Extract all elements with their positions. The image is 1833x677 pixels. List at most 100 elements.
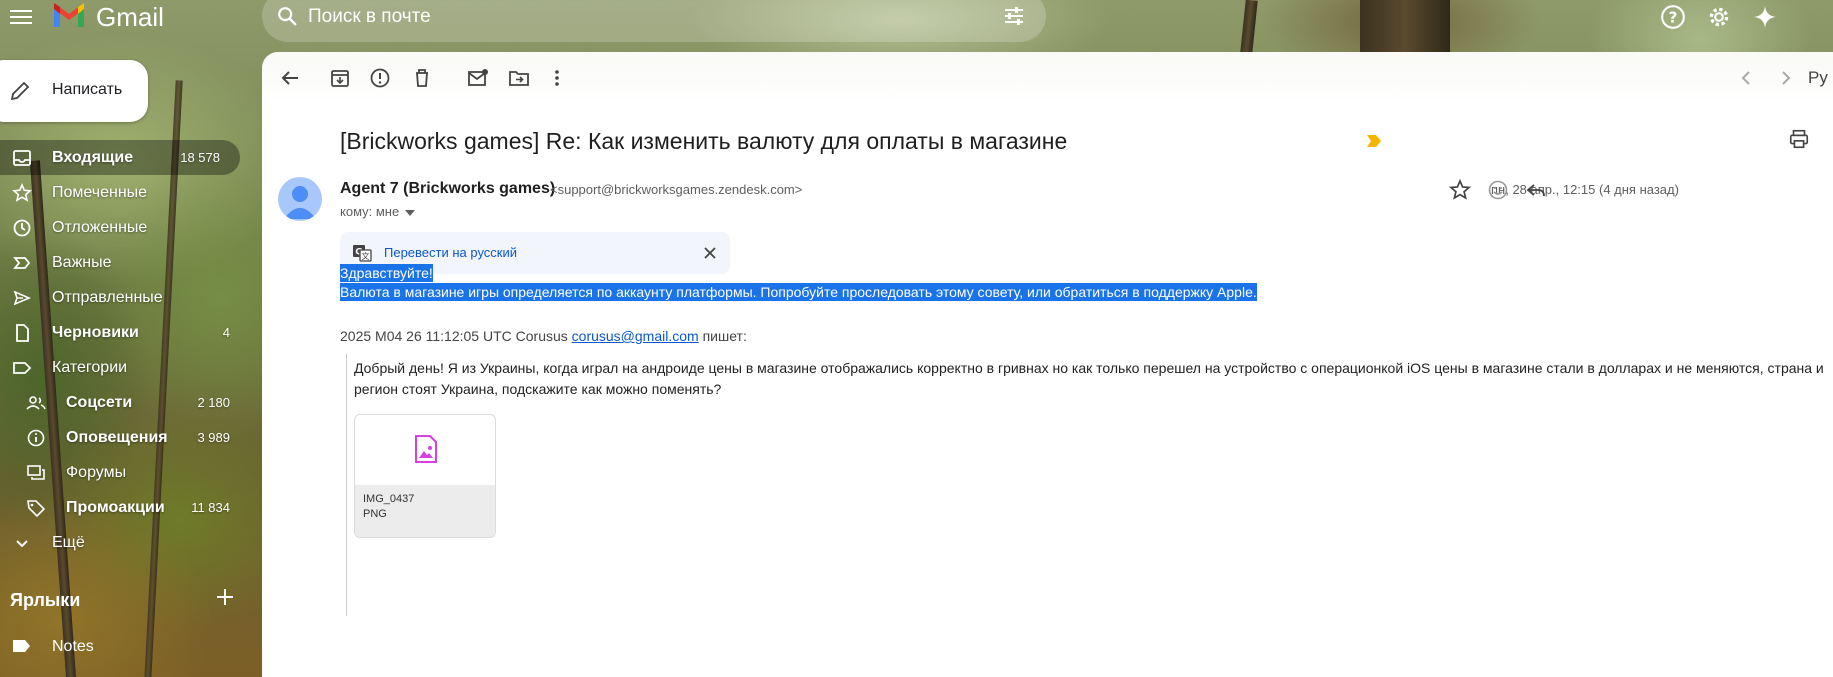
sidebar-item-promotions[interactable]: Промоакции 11 834 (0, 490, 250, 525)
emoji-reaction-icon[interactable] (1486, 178, 1510, 202)
svg-text:文: 文 (362, 251, 370, 261)
message-panel: Ру [Brickworks games] Re: Как изменить в… (262, 52, 1833, 677)
chevron-down-icon (16, 540, 28, 548)
sidebar-item-inbox[interactable]: Входящие 18 578 (0, 140, 240, 175)
report-spam-icon[interactable] (368, 66, 392, 90)
app-name: Gmail (96, 2, 164, 32)
send-icon (13, 290, 32, 306)
selected-text: Здравствуйте! (340, 264, 433, 282)
quote-attribution: 2025 M04 26 11:12:05 UTC Corusus corusus… (340, 328, 747, 344)
svg-text:?: ? (1669, 8, 1678, 26)
top-bar: Gmail ? (0, 0, 1833, 42)
sidebar-item-label: Промоакции (66, 499, 165, 516)
quoted-message: Добрый день! Я из Украины, когда играл н… (354, 360, 1824, 397)
print-icon[interactable] (1788, 128, 1810, 150)
selected-text: Валюта в магазине игры определяется по а… (340, 283, 1257, 301)
important-marker-icon[interactable] (1366, 134, 1382, 148)
sidebar-item-sent[interactable]: Отправленные (0, 280, 250, 315)
sidebar-item-social[interactable]: Соцсети 2 180 (0, 385, 250, 420)
compose-label: Написать (52, 81, 123, 98)
sidebar-item-notes[interactable]: Notes (0, 630, 240, 662)
message-toolbar: Ру (262, 52, 1833, 104)
input-language-indicator[interactable]: Ру (1808, 68, 1828, 88)
attachment-type: PNG (363, 508, 387, 520)
mark-unread-icon[interactable] (466, 66, 490, 90)
translate-link[interactable]: Перевести на русский (384, 245, 517, 260)
search-icon[interactable] (276, 5, 298, 27)
chevron-down-icon (405, 209, 416, 216)
archive-icon[interactable] (328, 66, 352, 90)
sender-avatar[interactable] (278, 177, 322, 221)
sidebar-item-label: Соцсети (66, 394, 133, 411)
quote-email-link[interactable]: corusus@gmail.com (572, 328, 699, 344)
sidebar-item-updates[interactable]: Оповещения 3 989 (0, 420, 250, 455)
gemini-sparkle-icon[interactable] (1752, 4, 1778, 30)
sender-name[interactable]: Agent 7 (Brickworks games) (340, 180, 555, 198)
image-file-icon (415, 435, 437, 463)
label-icon (13, 640, 30, 652)
info-icon (27, 429, 45, 447)
sidebar-item-forums[interactable]: Форумы (0, 455, 250, 490)
search-bar[interactable] (262, 0, 1046, 42)
more-vert-icon[interactable] (545, 66, 569, 90)
recipients-toggle[interactable]: кому: мне (340, 204, 416, 219)
search-options-icon[interactable] (1002, 4, 1026, 28)
email-date: пн, 28 апр., 12:15 (4 дня назад) (1491, 182, 1679, 197)
delete-icon[interactable] (410, 66, 434, 90)
labels-header: Ярлыки (10, 590, 81, 610)
sidebar-nav: Входящие 18 578 Помеченные Отложенные Ва… (0, 140, 250, 560)
clock-icon (13, 219, 31, 237)
sidebar-item-label: Ещё (52, 534, 85, 551)
unread-count: 3 989 (197, 430, 230, 445)
help-icon[interactable]: ? (1660, 4, 1686, 30)
inbox-icon (13, 150, 31, 166)
quote-intro-prefix: 2025 M04 26 11:12:05 UTC Corusus (340, 328, 572, 344)
move-to-icon[interactable] (507, 66, 531, 90)
unread-count: 2 180 (197, 395, 230, 410)
sidebar-item-more[interactable]: Ещё (0, 525, 250, 560)
sidebar-item-categories[interactable]: Категории (0, 350, 250, 385)
older-chevron-right-icon[interactable] (1774, 66, 1798, 90)
unread-count: 18 578 (180, 150, 220, 165)
email-subject: [Brickworks games] Re: Как изменить валю… (340, 128, 1068, 154)
draft-icon (16, 324, 29, 342)
close-icon[interactable] (702, 245, 718, 261)
sidebar-item-label: Категории (52, 359, 128, 376)
sidebar-item-label: Оповещения (66, 429, 168, 446)
add-label-icon[interactable] (214, 586, 236, 608)
recipients-label: кому: мне (340, 204, 400, 219)
sidebar-item-label: Важные (52, 254, 112, 271)
sidebar-item-label: Отправленные (52, 289, 163, 306)
compose-button[interactable]: Написать (0, 60, 148, 122)
pencil-icon (10, 81, 30, 101)
important-icon (13, 257, 31, 269)
email-body-greeting: Здравствуйте! (340, 264, 433, 282)
sidebar-item-important[interactable]: Важные (0, 245, 250, 280)
unread-count: 11 834 (191, 500, 230, 515)
sidebar-item-label: Отложенные (52, 219, 148, 236)
translate-icon: G文 (353, 245, 372, 262)
sender-email: <support@brickworksgames.zendesk.com> (550, 182, 803, 197)
main-menu-icon[interactable] (10, 6, 32, 28)
tag-icon (27, 500, 46, 518)
gmail-logo-icon[interactable] (52, 3, 86, 29)
back-arrow-icon[interactable] (278, 66, 302, 90)
sidebar-item-snoozed[interactable]: Отложенные (0, 210, 250, 245)
reply-icon[interactable] (1524, 178, 1548, 202)
sidebar-item-drafts[interactable]: Черновики 4 (0, 315, 250, 350)
sidebar-item-label: Входящие (52, 149, 134, 166)
newer-chevron-left-icon[interactable] (1734, 66, 1758, 90)
settings-gear-icon[interactable] (1706, 4, 1732, 30)
email-body-text: Валюта в магазине игры определяется по а… (340, 283, 1257, 301)
label-icon (13, 362, 32, 374)
attachment-card[interactable]: IMG_0437 PNG (354, 414, 496, 538)
forum-icon (27, 465, 45, 480)
sidebar-item-label: Notes (52, 638, 94, 655)
sidebar-item-label: Черновики (52, 324, 139, 341)
attachment-name: IMG_0437 (363, 493, 415, 505)
search-input[interactable] (308, 4, 868, 30)
quote-bar (346, 354, 347, 616)
star-icon[interactable] (1448, 178, 1472, 202)
sidebar-item-label: Форумы (66, 464, 127, 481)
sidebar-item-starred[interactable]: Помеченные (0, 175, 250, 210)
